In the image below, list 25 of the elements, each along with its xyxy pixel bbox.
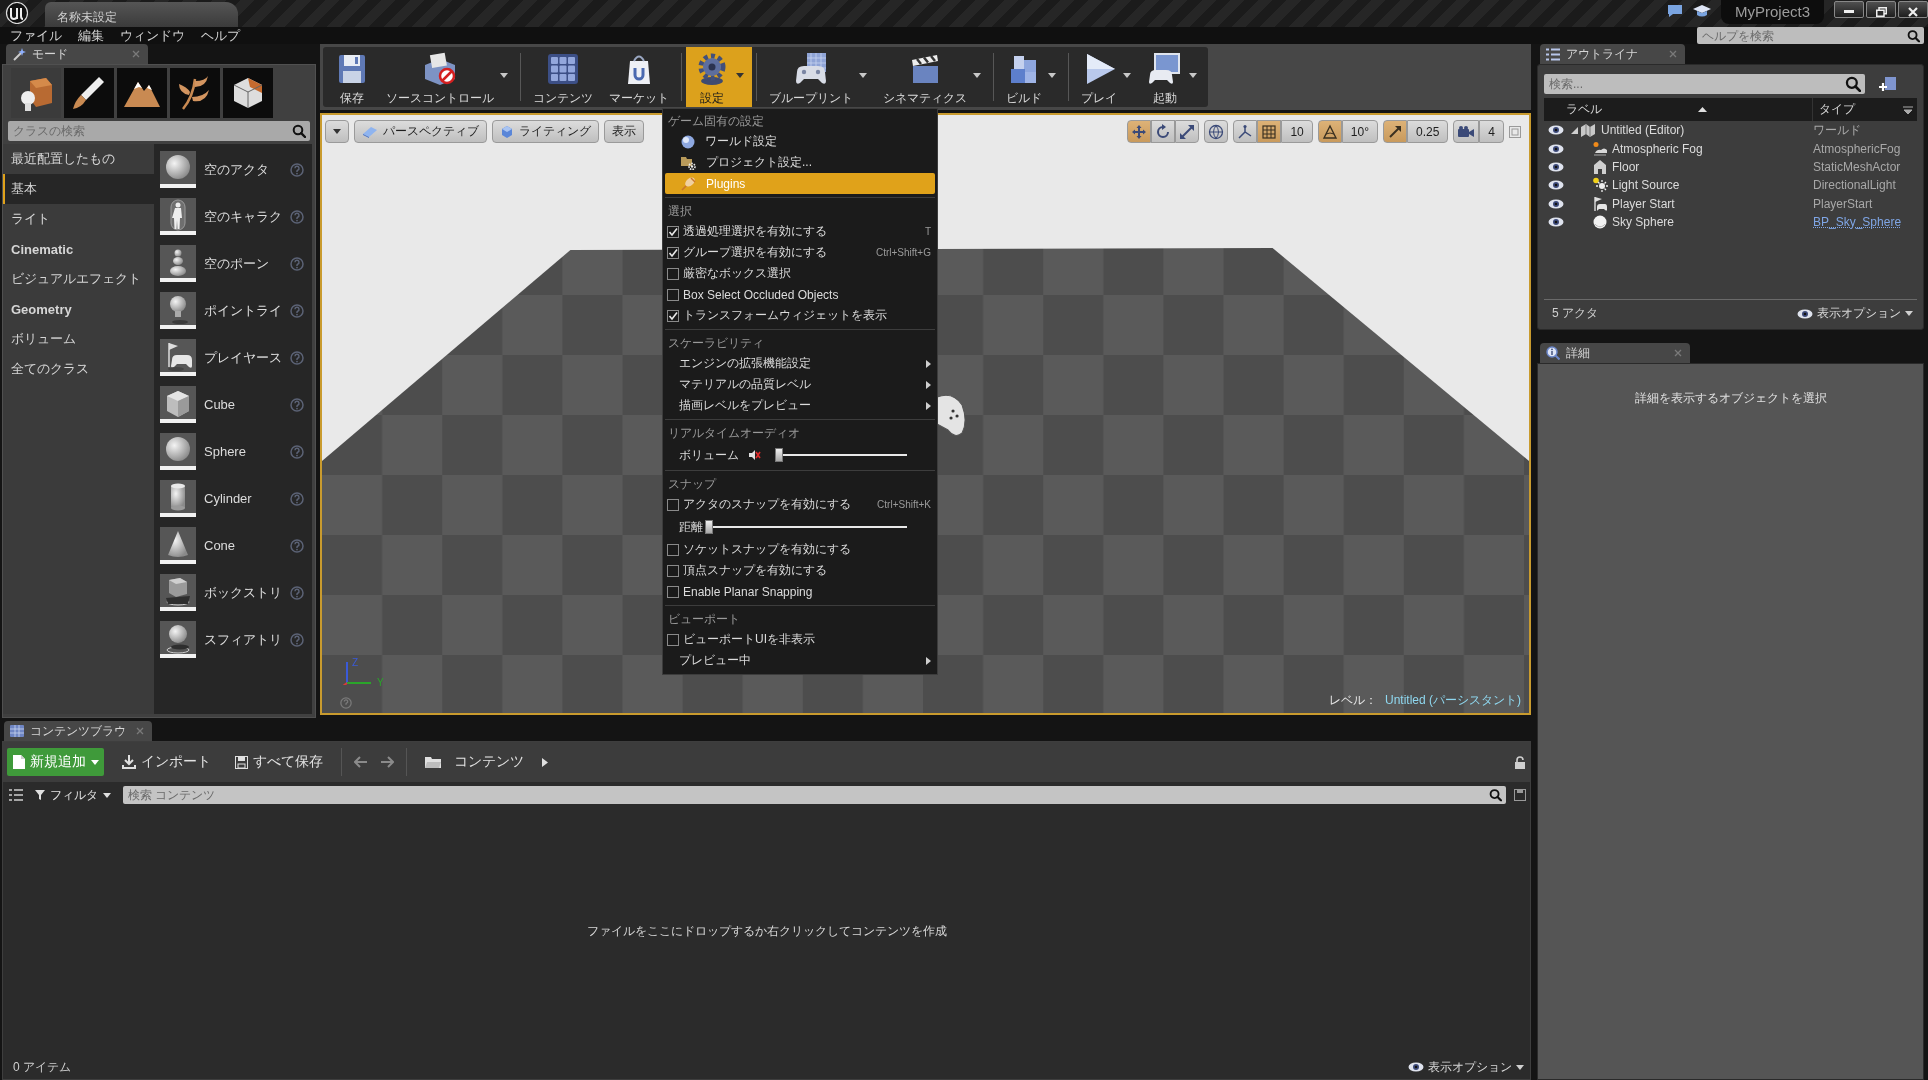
level-name: Untitled (パーシスタント) xyxy=(1385,692,1521,709)
axis-label: Y xyxy=(377,677,384,688)
menu-section-heading: スケーラビリティ xyxy=(667,336,765,351)
actor-type: PlayerStart xyxy=(1812,196,1874,211)
menu-section-heading: リアルタイムオーディオ xyxy=(667,426,801,441)
actor-count: 5 アクタ xyxy=(1552,305,1598,322)
shortcut-label: Ctrl+Shift+K xyxy=(877,499,931,510)
slider-label: ボリューム xyxy=(679,446,739,464)
menu-section-heading: 選択 xyxy=(667,204,693,219)
actor-type: StaticMeshActor xyxy=(1812,159,1902,174)
project-name: MyProject3 xyxy=(1720,0,1824,24)
actor-type: DirectionalLight xyxy=(1812,178,1897,193)
menu-section-heading: ゲーム固有の設定 xyxy=(667,114,765,129)
shortcut-label: T xyxy=(924,226,931,237)
shortcut-label: Ctrl+Shift+G xyxy=(875,247,931,258)
actor-type: ワールド xyxy=(1812,121,1862,139)
menu-section-heading: スナップ xyxy=(667,477,718,492)
item-count: 0 アイテム xyxy=(13,1058,71,1076)
empty-message: 詳細を表示するオブジェクトを選択 xyxy=(1634,390,1827,407)
level-label: レベル： xyxy=(1329,692,1377,709)
menu-section-heading: ビューポート xyxy=(667,612,741,627)
actor-type: AtmosphericFog xyxy=(1812,141,1902,156)
slider-label: 距離 xyxy=(679,518,703,536)
empty-message: ファイルをここにドロップするか右クリックしてコンテンツを作成 xyxy=(586,923,947,940)
axis-label: Z xyxy=(352,657,359,668)
